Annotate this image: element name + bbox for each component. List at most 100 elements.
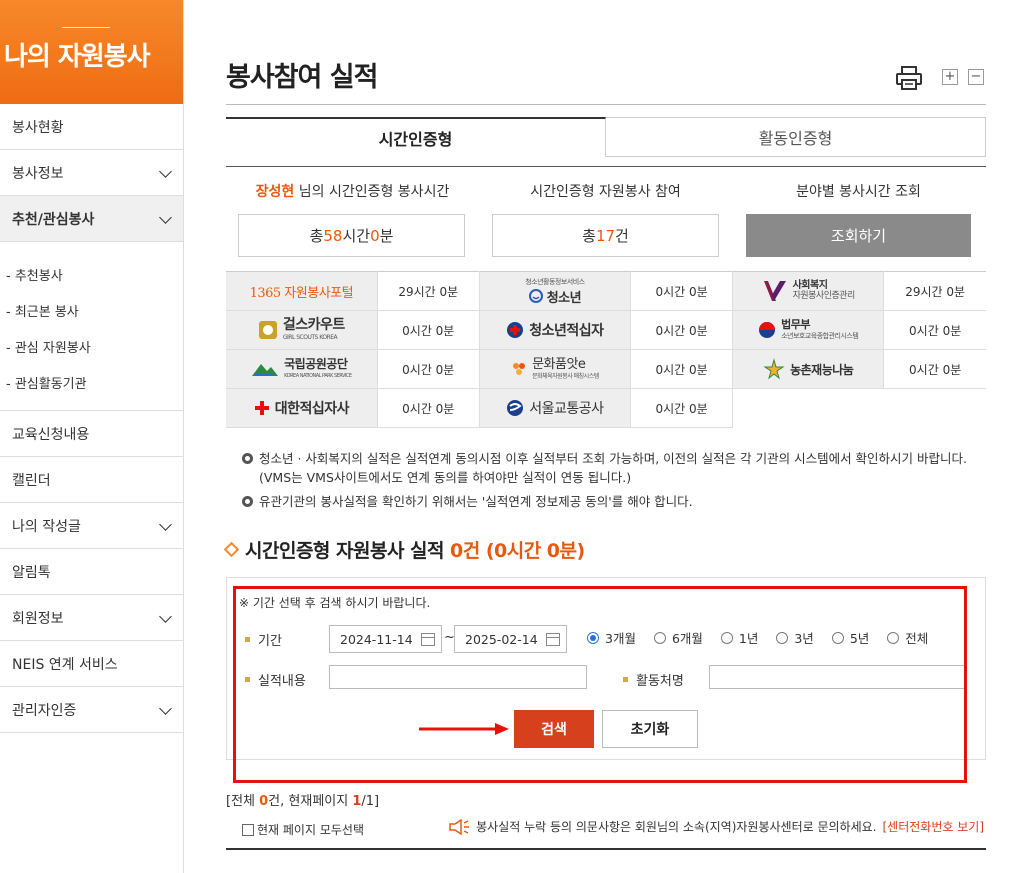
rural-talent-logo-icon [763, 358, 785, 380]
period-label: 기간 [245, 630, 282, 649]
radio-circle[interactable] [887, 631, 900, 644]
radio-circle[interactable] [653, 631, 666, 644]
girl-scouts-logo-icon [258, 321, 277, 339]
place-label: 활동처명 [623, 670, 684, 689]
justice-logo-icon [759, 322, 776, 338]
logo-justice: 법무부 소년보호교육종합관리시스템 [732, 310, 885, 350]
square-bullet-icon [623, 677, 628, 682]
user-name: 장성현 [255, 184, 295, 200]
national-park-logo-icon [252, 364, 279, 376]
logo-culture: 문화품앗e 문화체육자원봉사 매칭시스템 [479, 349, 632, 389]
logo-social-welfare: 사회복지 자원봉사인증관리 [732, 271, 885, 311]
content-input[interactable] [329, 665, 587, 689]
sidebar-item-member[interactable]: 회원정보 [0, 595, 183, 641]
sidebar-item-alimtalk[interactable]: 알림톡 [0, 549, 183, 595]
logo-korean-red-cross: 대한적십자사 [226, 388, 378, 428]
sidebar-item-recommend[interactable]: 추천/관심봉사 [0, 196, 183, 242]
radio-circle[interactable] [831, 631, 844, 644]
value-social-welfare: 29시간 0분 [883, 271, 986, 311]
value-justice: 0시간 0분 [883, 310, 986, 350]
value-girl-scouts: 0시간 0분 [377, 310, 480, 350]
value-korean-red-cross: 0시간 0분 [377, 388, 480, 428]
logo-national-park: 국립공원공단 KOREA NATIONAL PARK SERVICE [226, 349, 378, 389]
summary-label-count: 시간인증형 자원봉사 참여 [530, 184, 681, 200]
culture-logo-icon [513, 363, 526, 375]
sidebar-submenu: - 추천봉사 - 최근본 봉사 - 관심 자원봉사 - 관심활동기관 [0, 242, 183, 411]
calendar-icon[interactable] [546, 633, 560, 646]
zoom-out-button[interactable]: − [968, 69, 984, 85]
bullet-icon [242, 453, 253, 464]
sidebar-item-status[interactable]: 봉사현황 [0, 104, 183, 150]
place-input[interactable] [709, 665, 965, 689]
chevron-down-icon [159, 213, 171, 225]
value-seoul-metro: 0시간 0분 [630, 388, 734, 428]
reset-button[interactable]: 초기화 [602, 710, 698, 748]
summary-label-hours: 장성현 님의 시간인증형 봉사시간 [255, 184, 450, 200]
social-welfare-logo-icon [763, 281, 786, 301]
value-youth-red-cross: 0시간 0분 [630, 310, 734, 350]
sidebar-item-admin[interactable]: 관리자인증 [0, 687, 183, 733]
tab-activity-certified[interactable]: 활동인증형 [606, 117, 986, 157]
sidebar-item-education[interactable]: 교육신청내용 [0, 411, 183, 457]
inquiry-notice: 봉사실적 누락 등의 의문사항은 회원님의 소속(지역)자원봉사센터로 문의하세… [448, 818, 984, 835]
chevron-down-icon [159, 612, 171, 624]
chevron-down-icon [159, 520, 171, 532]
sidebar-item-neis[interactable]: NEIS 연계 서비스 [0, 641, 183, 687]
section-title: 시간인증형 자원봉사 실적 0건 (0시간 0분) [223, 536, 585, 563]
radio-circle[interactable] [720, 631, 733, 644]
print-icon[interactable] [896, 66, 922, 90]
radio-3-months[interactable]: 3개월 [587, 628, 636, 647]
zoom-in-button[interactable]: + [942, 69, 958, 85]
summary-label-query: 분야별 봉사시간 조회 [796, 184, 921, 200]
select-all-checkbox[interactable]: 현재 페이지 모두선택 [242, 821, 364, 838]
section-count: 0건 (0시간 0분) [450, 540, 585, 562]
value-culture: 0시간 0분 [630, 349, 734, 389]
radio-1-year[interactable]: 1년 [720, 628, 758, 647]
square-bullet-icon [245, 637, 250, 642]
logo-youth-red-cross: 청소년적십자 [479, 310, 632, 350]
seoul-metro-logo-icon [507, 400, 524, 416]
notes: 청소년 · 사회복지의 실적은 실적연계 동의시점 이후 실적부터 조회 가능하… [242, 449, 982, 511]
result-total: [전체 0건, 현재페이지 1/1] [226, 794, 380, 809]
search-hint: ※ 기간 선택 후 검색 하시기 바랍니다. [239, 596, 431, 610]
submenu-recent[interactable]: - 최근본 봉사 [0, 292, 183, 328]
diamond-icon [223, 541, 240, 558]
radio-3-years[interactable]: 3년 [776, 628, 814, 647]
sidebar-item-calendar[interactable]: 캘린더 [0, 457, 183, 503]
radio-circle[interactable] [587, 631, 599, 644]
sidebar-item-my-posts[interactable]: 나의 작성글 [0, 503, 183, 549]
date-to-input[interactable]: 2025-02-14 [454, 625, 567, 653]
submenu-interest-volunteer[interactable]: - 관심 자원봉사 [0, 328, 183, 364]
logo-youth: 청소년활동정보서비스 청소년 [479, 271, 632, 311]
submenu-recommended[interactable]: - 추천봉사 [0, 256, 183, 292]
submenu-interest-org[interactable]: - 관심활동기관 [0, 364, 183, 400]
search-panel: ※ 기간 선택 후 검색 하시기 바랍니다. 기간 2024-11-14 ~ 2… [226, 577, 986, 783]
radio-circle[interactable] [776, 631, 789, 644]
header-decoration [62, 27, 110, 28]
total-count-box: 총 17 건 [492, 214, 719, 257]
square-bullet-icon [245, 677, 250, 682]
content-label: 실적내용 [245, 670, 306, 689]
radio-5-years[interactable]: 5년 [831, 628, 869, 647]
red-cross-logo-icon [507, 322, 524, 338]
value-national-park: 0시간 0분 [377, 349, 480, 389]
date-from-input[interactable]: 2024-11-14 [329, 625, 442, 653]
value-1365: 29시간 0분 [377, 271, 480, 311]
tab-divider [226, 166, 986, 167]
center-phone-link[interactable]: [센터전화번호 보기] [883, 818, 985, 835]
checkbox[interactable] [242, 823, 254, 836]
search-button[interactable]: 검색 [514, 710, 594, 748]
sidebar-item-info[interactable]: 봉사정보 [0, 150, 183, 196]
radio-6-months[interactable]: 6개월 [653, 628, 703, 647]
empty-cell [733, 389, 986, 428]
chevron-down-icon [159, 704, 171, 716]
bullet-icon [242, 496, 253, 507]
value-rural-talent: 0시간 0분 [883, 349, 986, 389]
tab-time-certified[interactable]: 시간인증형 [226, 117, 606, 157]
period-radio-group: 3개월 6개월 1년 3년 5년 전체 [587, 628, 928, 647]
logo-seoul-metro: 서울교통공사 [479, 388, 632, 428]
logo-1365: 1365 자원봉사포털 [226, 271, 378, 311]
calendar-icon[interactable] [421, 633, 435, 646]
query-button[interactable]: 조회하기 [746, 214, 971, 257]
radio-all[interactable]: 전체 [887, 628, 928, 647]
